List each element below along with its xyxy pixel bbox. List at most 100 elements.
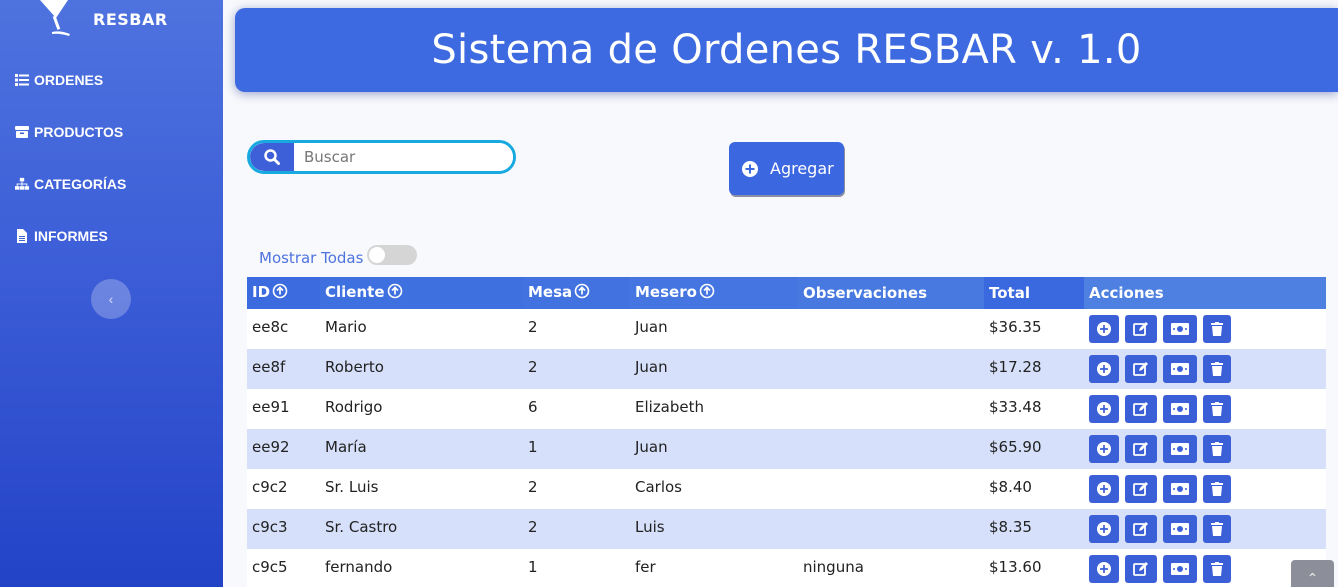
- trash-icon: [1211, 362, 1223, 376]
- delete-button[interactable]: [1203, 515, 1231, 543]
- add-item-icon: [1097, 522, 1111, 536]
- cell-id: ee92: [247, 429, 320, 469]
- sort-up-icon[interactable]: [699, 283, 715, 303]
- pay-button[interactable]: [1163, 475, 1197, 503]
- delete-button[interactable]: [1203, 355, 1231, 383]
- delete-button[interactable]: [1203, 555, 1231, 583]
- cell-mesa: 2: [523, 509, 630, 549]
- add-order-button[interactable]: Agregar: [729, 142, 844, 195]
- pay-button[interactable]: [1163, 555, 1197, 583]
- column-header-id[interactable]: ID: [247, 277, 320, 309]
- add-item-button[interactable]: [1089, 435, 1119, 463]
- cell-mesero: Luis: [630, 509, 798, 549]
- add-item-button[interactable]: [1089, 515, 1119, 543]
- cell-mesa: 2: [523, 349, 630, 389]
- sidebar-item-ordenes[interactable]: ORDENES: [15, 72, 103, 88]
- cell-actions: [1084, 469, 1326, 509]
- edit-icon: [1133, 441, 1149, 457]
- pay-button[interactable]: [1163, 515, 1197, 543]
- delete-button[interactable]: [1203, 395, 1231, 423]
- pay-button[interactable]: [1163, 355, 1197, 383]
- page-title: Sistema de Ordenes RESBAR v. 1.0: [431, 27, 1142, 73]
- cell-id: ee91: [247, 389, 320, 429]
- trash-icon: [1211, 562, 1223, 576]
- trash-icon: [1211, 482, 1223, 496]
- add-item-icon: [1097, 402, 1111, 416]
- sidebar-item-label: CATEGORÍAS: [34, 176, 127, 192]
- cell-obs: [798, 389, 984, 429]
- sort-up-icon[interactable]: [387, 283, 403, 303]
- edit-button[interactable]: [1125, 555, 1157, 583]
- sitemap-icon: [15, 177, 29, 190]
- search-button[interactable]: [250, 143, 294, 171]
- cell-total: $8.40: [984, 469, 1084, 509]
- cell-mesa: 2: [523, 309, 630, 349]
- edit-button[interactable]: [1125, 475, 1157, 503]
- cell-id: c9c2: [247, 469, 320, 509]
- cell-obs: [798, 309, 984, 349]
- pay-button[interactable]: [1163, 315, 1197, 343]
- add-item-button[interactable]: [1089, 555, 1119, 583]
- delete-button[interactable]: [1203, 315, 1231, 343]
- cell-obs: [798, 509, 984, 549]
- column-header-cliente[interactable]: Cliente: [320, 277, 523, 309]
- pay-button[interactable]: [1163, 395, 1197, 423]
- search-input[interactable]: [294, 143, 513, 171]
- plus-circle-icon: [742, 160, 758, 177]
- cell-actions: [1084, 309, 1326, 349]
- add-item-icon: [1097, 362, 1111, 376]
- edit-button[interactable]: [1125, 315, 1157, 343]
- sort-up-icon[interactable]: [574, 283, 590, 303]
- page-header: Sistema de Ordenes RESBAR v. 1.0: [235, 8, 1338, 92]
- add-item-button[interactable]: [1089, 475, 1119, 503]
- sidebar-item-categorias[interactable]: CATEGORÍAS: [15, 176, 126, 192]
- cell-cliente: fernando: [320, 549, 523, 587]
- show-all-toggle[interactable]: [367, 245, 418, 265]
- column-header-mesa[interactable]: Mesa: [523, 277, 630, 309]
- cell-mesero: Juan: [630, 429, 798, 469]
- edit-button[interactable]: [1125, 395, 1157, 423]
- add-item-icon: [1097, 442, 1111, 456]
- sidebar-item-label: PRODUCTOS: [34, 124, 124, 140]
- sidebar-collapse-button[interactable]: ‹: [91, 279, 131, 319]
- cell-mesero: Juan: [630, 349, 798, 389]
- table-row: c9c5 fernando 1 fer ninguna $13.60: [247, 549, 1326, 587]
- edit-button[interactable]: [1125, 515, 1157, 543]
- edit-button[interactable]: [1125, 355, 1157, 383]
- cell-obs: [798, 429, 984, 469]
- add-button-label: Agregar: [770, 159, 834, 178]
- money-icon: [1171, 563, 1189, 575]
- cell-actions: [1084, 389, 1326, 429]
- table-row: c9c2 Sr. Luis 2 Carlos $8.40: [247, 469, 1326, 509]
- add-item-icon: [1097, 562, 1111, 576]
- file-icon: [17, 229, 27, 243]
- scroll-to-top-button[interactable]: ⌃: [1291, 560, 1334, 587]
- show-all-control: Mostrar Todas: [259, 243, 418, 267]
- sort-up-icon[interactable]: [272, 283, 288, 303]
- money-icon: [1171, 483, 1189, 495]
- cell-cliente: Mario: [320, 309, 523, 349]
- add-item-icon: [1097, 482, 1111, 496]
- pay-button[interactable]: [1163, 435, 1197, 463]
- trash-icon: [1211, 442, 1223, 456]
- edit-button[interactable]: [1125, 435, 1157, 463]
- cell-mesero: Carlos: [630, 469, 798, 509]
- add-item-button[interactable]: [1089, 355, 1119, 383]
- add-item-button[interactable]: [1089, 395, 1119, 423]
- brand[interactable]: RESBAR: [38, 0, 167, 38]
- delete-button[interactable]: [1203, 475, 1231, 503]
- add-item-button[interactable]: [1089, 315, 1119, 343]
- cell-total: $36.35: [984, 309, 1084, 349]
- column-header-mesero[interactable]: Mesero: [630, 277, 798, 309]
- trash-icon: [1211, 522, 1223, 536]
- edit-icon: [1133, 561, 1149, 577]
- delete-button[interactable]: [1203, 435, 1231, 463]
- sidebar-item-productos[interactable]: PRODUCTOS: [15, 124, 123, 140]
- sidebar-item-label: ORDENES: [34, 72, 104, 88]
- cell-cliente: Roberto: [320, 349, 523, 389]
- money-icon: [1171, 363, 1189, 375]
- search-bar: [247, 140, 516, 174]
- box-icon: [15, 126, 29, 138]
- sidebar-item-informes[interactable]: INFORMES: [15, 228, 108, 244]
- cell-id: c9c5: [247, 549, 320, 587]
